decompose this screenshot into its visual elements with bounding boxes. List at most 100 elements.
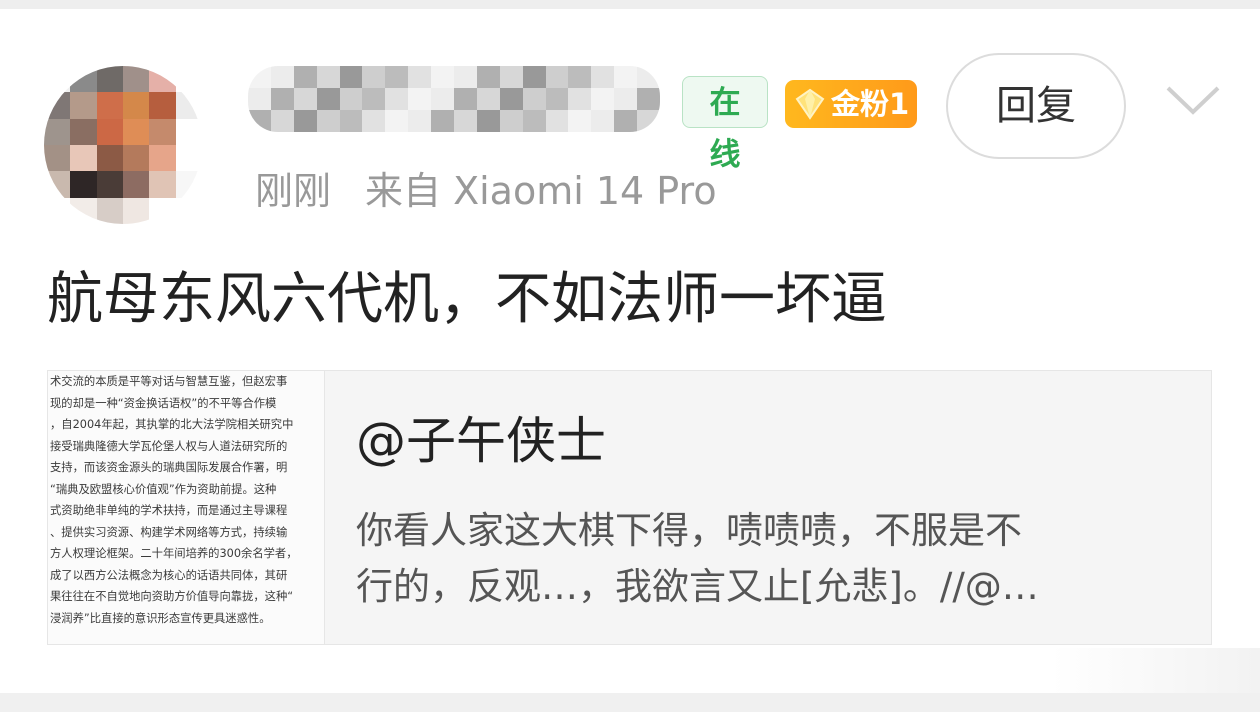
avatar-pixel (175, 145, 202, 172)
username-pixel (316, 110, 340, 132)
avatar-pixel (149, 118, 176, 145)
username-pixel (316, 66, 340, 88)
avatar-pixel (70, 171, 97, 198)
chevron-down-icon[interactable] (1164, 80, 1222, 120)
username-pixel (568, 110, 592, 132)
avatar-pixel (149, 197, 176, 224)
thumbnail-text-line: 接受瑞典隆德大学瓦伦堡人权与人道法研究所的 (50, 439, 288, 453)
username-pixel (408, 88, 432, 110)
thumbnail-text-line: 式资助绝非单纯的学术扶持，而是通过主导课程 (50, 504, 288, 517)
username-pixel (248, 110, 271, 132)
username-pixel (568, 66, 592, 88)
thumbnail-text-line: 方人权理论框架。二十年间培养的300余名学者， (50, 547, 298, 560)
reply-button[interactable]: 回复 (946, 53, 1126, 159)
avatar-pixel (175, 66, 202, 93)
quoted-post-card[interactable]: 术交流的本质是平等对话与智慧互鉴，但赵宏事 现的却是一种“资金换话语权”的不平等合… (47, 370, 1212, 645)
username-pixel (545, 88, 569, 110)
quoted-post-line: 行的，反观…，我欲言又止[允悲]。//@… (356, 565, 1039, 608)
avatar-pixel (123, 171, 150, 198)
username-pixel (385, 66, 409, 88)
avatar-pixel (70, 66, 97, 93)
post-text: 航母东风六代机，不如法师一坏逼 (47, 267, 887, 332)
username-pixel (362, 66, 386, 88)
avatar-pixel (96, 171, 123, 198)
avatar-pixel (175, 118, 202, 145)
thumbnail-text-line: 、提供实习资源、构建学术网络等方式，持续输 (50, 525, 288, 539)
username-pixel (637, 66, 660, 88)
quoted-post-thumbnail[interactable]: 术交流的本质是平等对话与智慧互鉴，但赵宏事 现的却是一种“资金换话语权”的不平等合… (48, 371, 325, 644)
username-pixel (362, 110, 386, 132)
quoted-post-text: 你看人家这大棋下得，啧啧啧，不服是不 行的，反观…，我欲言又止[允悲]。//@… (356, 503, 1206, 615)
post-source: 来自 Xiaomi 14 Pro (365, 169, 717, 213)
avatar-pixel (44, 92, 71, 119)
avatar-pixel (70, 118, 97, 145)
username-pixel (568, 88, 592, 110)
avatar-pixel (96, 118, 123, 145)
username-pixel (614, 110, 638, 132)
username-pixel (476, 110, 500, 132)
avatar-pixel (70, 92, 97, 119)
username-pixel (270, 110, 294, 132)
avatar-pixel (175, 92, 202, 119)
top-divider (0, 0, 1260, 9)
username-pixelated[interactable] (248, 66, 660, 132)
username-pixel (293, 66, 317, 88)
avatar-pixel (123, 118, 150, 145)
avatar-pixel (70, 145, 97, 172)
username-pixel (454, 66, 477, 88)
fan-badge[interactable]: 金粉1 (785, 80, 917, 128)
avatar-pixel (175, 171, 202, 198)
username-pixel (431, 66, 454, 88)
bottom-fade (1052, 648, 1260, 693)
username-pixel (454, 110, 477, 132)
avatar-pixel (44, 171, 71, 198)
username-pixel (408, 66, 432, 88)
avatar-pixel (44, 66, 71, 93)
username-pixel (499, 110, 523, 132)
thumbnail-text-line: 成了以西方公法概念为核心的话语共同体，其研 (50, 568, 288, 582)
avatar-pixel (70, 197, 97, 224)
username-pixel (431, 88, 454, 110)
avatar-pixel (44, 118, 71, 145)
quoted-post-handle[interactable]: @子午侠士 (356, 409, 606, 473)
post-time: 刚刚 (255, 169, 332, 213)
username-pixel (270, 66, 294, 88)
avatar-pixel (149, 92, 176, 119)
avatar-pixel (123, 197, 150, 224)
avatar-pixel (96, 145, 123, 172)
username-pixel (591, 66, 615, 88)
avatar-pixel (149, 66, 176, 93)
thumbnail-text-line: “瑞典及欧盟核心价值观”作为资助前提。这种 (50, 482, 277, 496)
avatar-pixel (96, 197, 123, 224)
username-pixel (339, 88, 363, 110)
gem-icon (795, 88, 825, 120)
thumbnail-text-line: 浸润养”比直接的意识形态宣传更具迷惑性。 (50, 611, 271, 625)
username-pixel (431, 110, 454, 132)
username-pixel (248, 88, 271, 110)
username-pixel (614, 66, 638, 88)
username-pixel (476, 66, 500, 88)
username-pixel (591, 88, 615, 110)
avatar[interactable] (44, 66, 202, 224)
avatar-pixel (123, 66, 150, 93)
username-pixel (339, 110, 363, 132)
username-pixel (637, 88, 660, 110)
username-pixel (522, 66, 546, 88)
avatar-pixel (149, 171, 176, 198)
username-pixel (522, 110, 546, 132)
avatar-pixel (96, 66, 123, 93)
avatar-pixel (175, 197, 202, 224)
username-pixel (614, 88, 638, 110)
username-pixel (385, 110, 409, 132)
username-pixel (385, 88, 409, 110)
thumbnail-text-line: 果往往在不自觉地向资助方价值导向靠拢，这种“ (50, 590, 294, 603)
username-pixel (339, 66, 363, 88)
username-pixel (499, 66, 523, 88)
username-pixel (591, 110, 615, 132)
avatar-pixel (149, 145, 176, 172)
username-pixel (293, 88, 317, 110)
thumbnail-text-line: 现的却是一种“资金换话语权”的不平等合作模 (50, 396, 277, 410)
online-badge: 在线 (682, 76, 768, 173)
fan-badge-label: 金粉1 (831, 87, 910, 121)
username-pixel (408, 110, 432, 132)
